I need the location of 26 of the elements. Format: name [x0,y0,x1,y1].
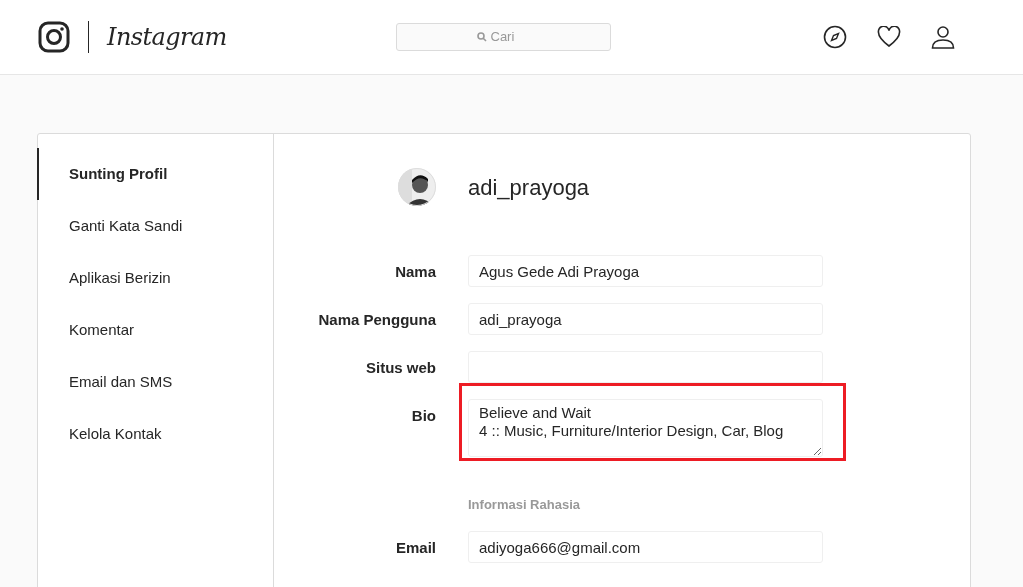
field-label: Nama [394,262,436,282]
instagram-logo-icon[interactable] [38,21,70,53]
search-field[interactable]: Cari [396,23,611,51]
section-heading: Informasi Rahasia [468,496,580,515]
sidebar-item[interactable]: Sunting Profil [37,148,273,200]
sidebar-item[interactable]: Aplikasi Berizin [38,252,273,304]
heart-icon[interactable] [877,26,901,48]
sidebar-item[interactable]: Ganti Kata Sandi [38,200,273,252]
profile-icon[interactable] [931,25,955,49]
bio-field[interactable]: Believe and Wait 4 :: Music, Furniture/Interior Design, Car, Blog [468,399,823,457]
input-field[interactable] [468,351,823,383]
instagram-wordmark[interactable]: Instagram [107,19,227,55]
sidebar-item[interactable]: Komentar [38,304,273,356]
input-field[interactable]: adiyoga666@gmail.com [468,531,823,563]
field-label: Situs web [365,358,436,378]
field-label: Email [394,538,436,558]
input-field[interactable]: Agus Gede Adi Prayoga [468,255,823,287]
field-label: Nama Pengguna [317,310,436,330]
sidebar-item[interactable]: Kelola Kontak [38,408,273,460]
profile-username: adi_prayoga [468,173,590,202]
input-field[interactable]: adi_prayoga [468,303,823,335]
search-input: Cari [490,27,531,47]
sidebar-item[interactable]: Email dan SMS [38,356,273,408]
field-label: Bio [410,406,436,426]
compass-icon[interactable] [823,25,847,49]
search-icon [476,32,487,42]
